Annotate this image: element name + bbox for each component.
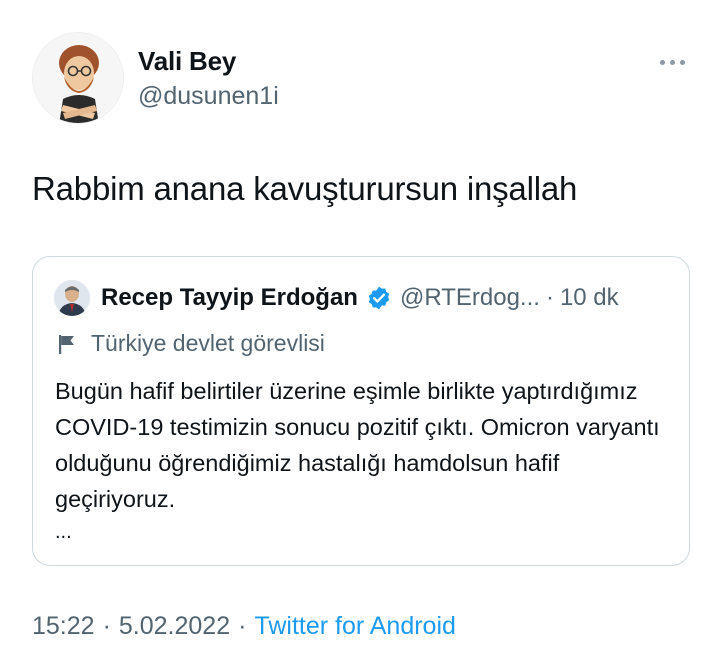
more-options-button[interactable] — [654, 50, 690, 74]
tweet-date[interactable]: 5.02.2022 — [119, 612, 230, 641]
cartoon-avatar-icon — [33, 33, 123, 123]
quoted-timestamp[interactable]: 10 dk — [560, 284, 619, 312]
quoted-author-avatar[interactable] — [54, 280, 90, 316]
author-handle[interactable]: @dusunen1i — [138, 82, 279, 111]
tweet-time[interactable]: 15:22 — [32, 612, 95, 641]
government-label-text: Türkiye devlet görevlisi — [91, 330, 325, 356]
meta-separator: · — [238, 612, 247, 640]
author-avatar[interactable] — [32, 32, 124, 124]
quoted-tweet-text: Bugün hafif belirtiler üzerine eşimle bi… — [55, 378, 660, 512]
more-dots-icon — [679, 59, 685, 65]
quoted-header: Recep Tayyip Erdoğan @RTErdog... · 10 dk — [101, 284, 619, 312]
government-label[interactable]: Türkiye devlet görevlisi — [55, 330, 325, 357]
quoted-author-handle[interactable]: @RTErdog... — [400, 284, 540, 312]
tweet-metadata: 15:22 · 5.02.2022 · Twitter for Android — [32, 612, 456, 641]
quoted-tweet[interactable]: Recep Tayyip Erdoğan @RTErdog... · 10 dk… — [32, 256, 690, 566]
header-separator: · — [545, 284, 554, 311]
portrait-icon — [54, 280, 90, 316]
more-dots-icon — [669, 59, 675, 65]
flag-icon — [59, 334, 74, 354]
author-name[interactable]: Vali Bey — [138, 46, 236, 77]
more-dots-icon — [659, 59, 665, 65]
quoted-author-name[interactable]: Recep Tayyip Erdoğan — [101, 284, 358, 312]
tweet-text: Rabbim anana kavuşturursun inşallah — [32, 170, 578, 207]
tweet-card: Vali Bey @dusunen1i Rabbim anana kavuştu… — [0, 0, 720, 662]
verified-badge-icon — [368, 286, 390, 310]
quoted-tweet-ellipsis: ... — [55, 521, 72, 543]
tweet-source-link[interactable]: Twitter for Android — [254, 612, 455, 641]
meta-separator: · — [102, 612, 111, 640]
